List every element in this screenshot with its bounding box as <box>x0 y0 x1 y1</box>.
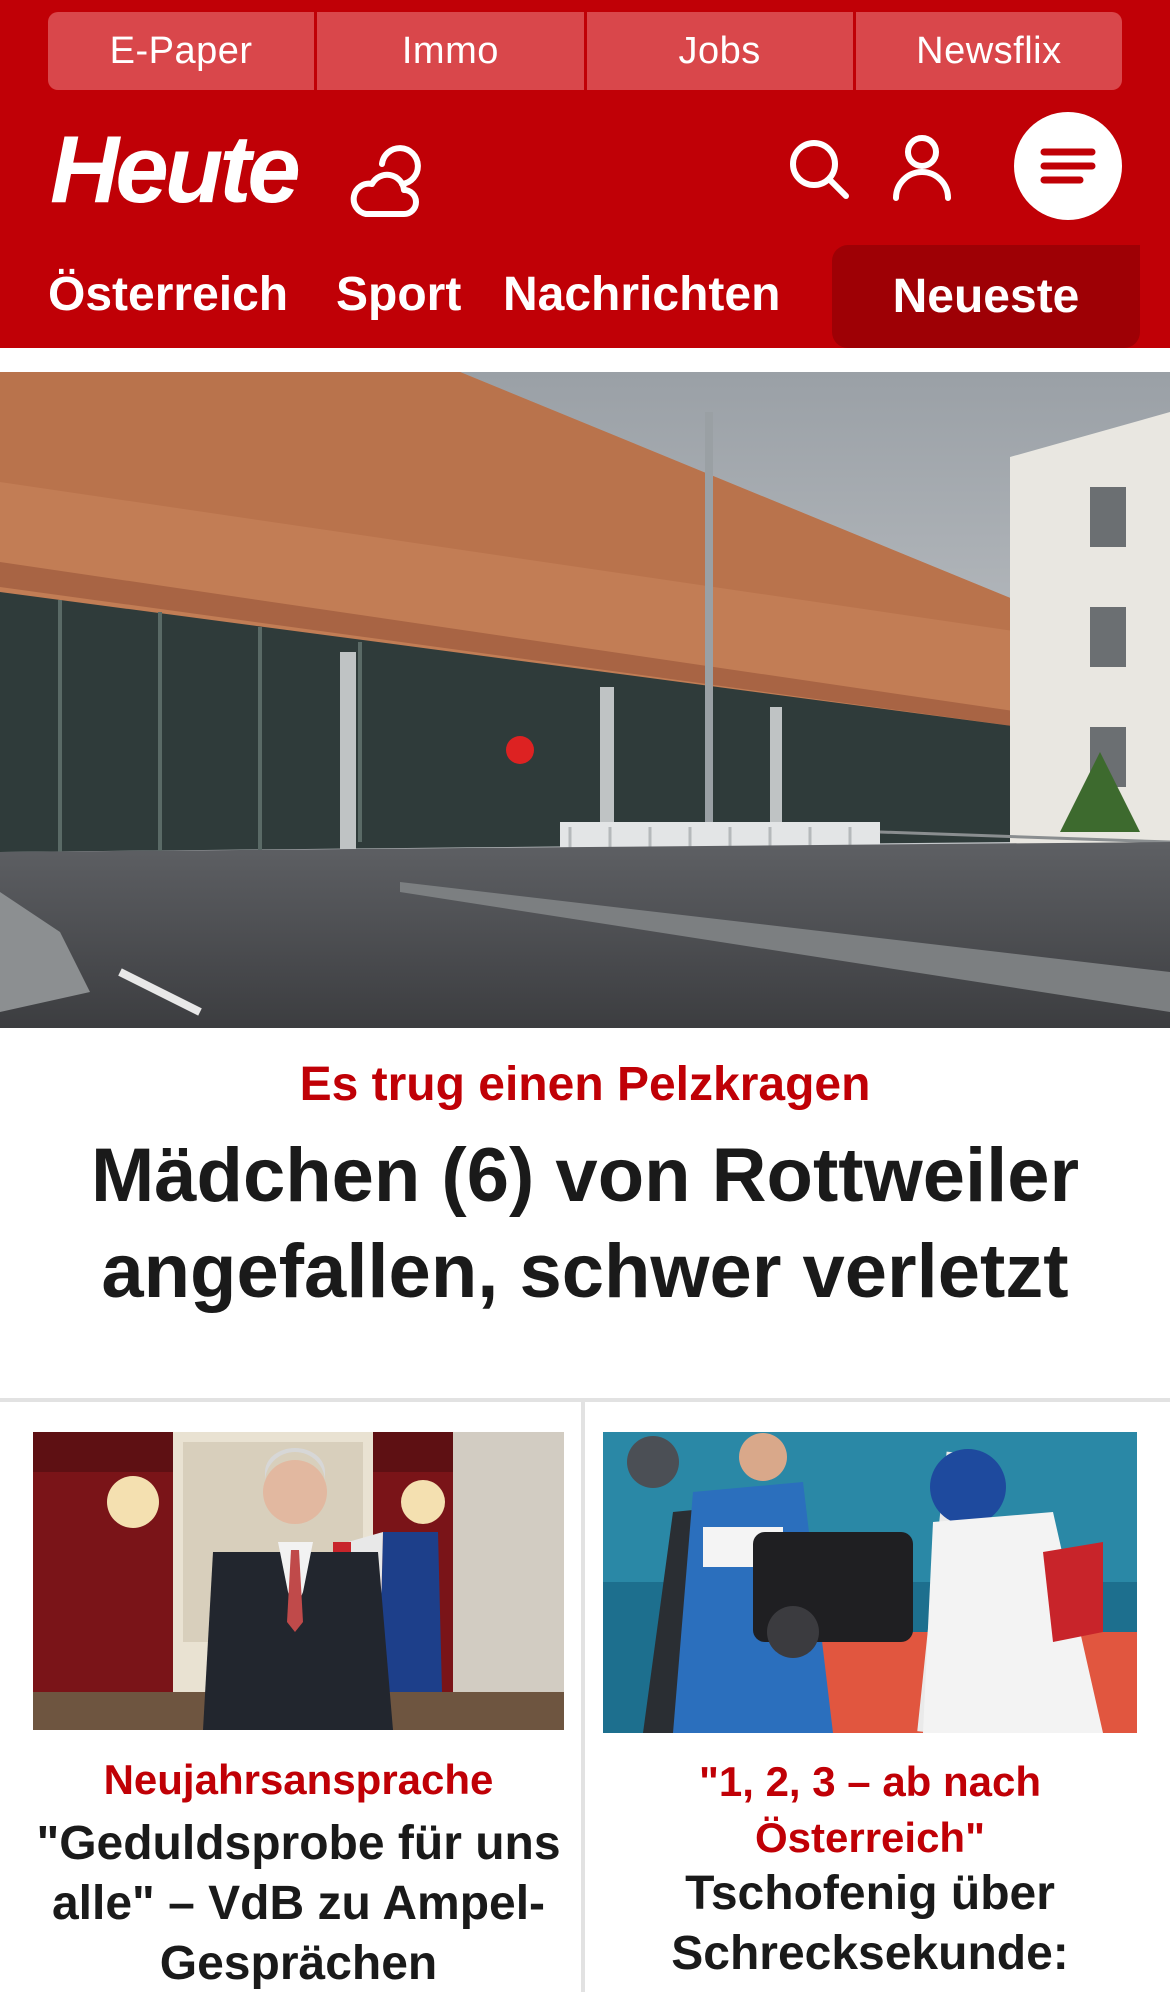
card-kicker-0[interactable]: Neujahrsansprache <box>33 1752 564 1808</box>
user-icon[interactable] <box>890 132 954 202</box>
section-divider <box>0 1398 1170 1402</box>
nav-item-oesterreich[interactable]: Österreich <box>48 267 288 323</box>
site-logo[interactable]: Heute <box>50 122 301 218</box>
card-title-0[interactable]: "Geduldsprobe für uns alle" – VdB zu Amp… <box>33 1814 564 1994</box>
top-link-jobs[interactable]: Jobs <box>586 12 853 90</box>
nav-item-nachrichten[interactable]: Nachrichten <box>503 267 780 323</box>
top-links-bar: E-Paper Immo Jobs Newsflix <box>48 12 1122 90</box>
site-header: E-Paper Immo Jobs Newsflix Heute Österre… <box>0 0 1170 348</box>
top-link-immo[interactable]: Immo <box>317 12 584 90</box>
card-title-1[interactable]: Tschofenig über Schrecksekunde: <box>603 1864 1137 1984</box>
logo-row: Heute <box>0 110 1170 240</box>
top-link-newsflix[interactable]: Newsflix <box>855 12 1122 90</box>
nav-item-sport[interactable]: Sport <box>336 267 461 323</box>
card-kicker-1[interactable]: "1, 2, 3 – ab nach Österreich" <box>603 1754 1137 1866</box>
card-image-president[interactable] <box>33 1432 564 1730</box>
top-link-epaper[interactable]: E-Paper <box>48 12 315 90</box>
hero-headline[interactable]: Mädchen (6) von Rottweiler angefallen, s… <box>60 1128 1110 1320</box>
search-icon[interactable] <box>786 136 852 202</box>
weather-cloud-sun-icon[interactable] <box>346 144 424 222</box>
nav-item-neueste[interactable]: Neueste <box>832 245 1140 348</box>
hamburger-menu-icon[interactable] <box>1014 112 1122 220</box>
hero-kicker[interactable]: Es trug einen Pelzkragen <box>0 1055 1170 1115</box>
main-nav: Österreich Sport Nachrichten Neueste <box>0 245 1170 348</box>
column-divider <box>581 1400 585 1992</box>
card-image-ski-jumper[interactable] <box>603 1432 1137 1733</box>
hero-article-image[interactable] <box>0 372 1170 1028</box>
